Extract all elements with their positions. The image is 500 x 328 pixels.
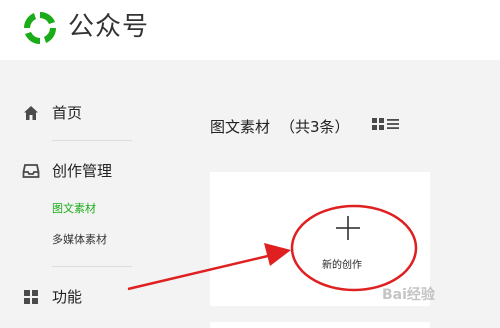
item-count: （共3条） <box>280 118 350 136</box>
divider <box>52 266 132 267</box>
watermark: Bai经验 <box>382 287 435 303</box>
next-card <box>210 322 430 328</box>
sidebar-item-home[interactable]: 首页 <box>22 102 82 123</box>
home-icon <box>24 105 38 120</box>
grid-icon <box>24 289 38 304</box>
sidebar-item-functions[interactable]: 功能 <box>22 286 82 307</box>
page-title-text: 图文素材 <box>210 118 271 136</box>
new-creation-label[interactable]: 新的创作 <box>322 256 362 271</box>
inbox-icon <box>22 163 40 178</box>
sidebar-subitem-articles[interactable]: 图文素材 <box>52 200 96 216</box>
sidebar-item-label: 功能 <box>52 288 83 306</box>
divider <box>52 140 132 141</box>
view-toggle <box>372 118 399 130</box>
sidebar-item-label: 首页 <box>52 104 83 122</box>
page-title: 图文素材 （共3条） <box>210 116 350 137</box>
list-view-icon[interactable] <box>387 118 399 130</box>
sidebar-subitem-media[interactable]: 多媒体素材 <box>52 231 107 247</box>
brand-title[interactable]: 公众号 <box>68 10 149 44</box>
sidebar-item-label: 创作管理 <box>52 162 113 180</box>
sidebar-item-creation[interactable]: 创作管理 <box>22 160 112 181</box>
grid-view-icon[interactable] <box>372 118 384 130</box>
top-header: 公众号 <box>0 0 500 60</box>
plus-icon[interactable] <box>336 216 360 240</box>
wechat-logo-icon[interactable] <box>20 8 60 48</box>
